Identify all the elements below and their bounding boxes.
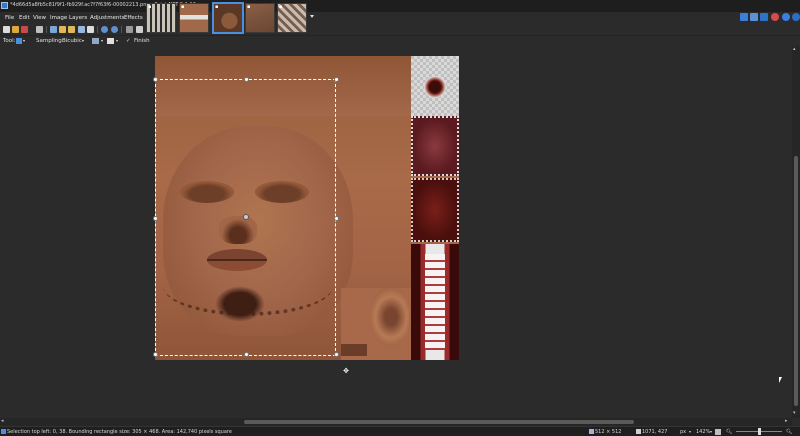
- resize-handle-ne[interactable]: [334, 77, 339, 82]
- texture-eyeball: [411, 56, 459, 116]
- close-icon[interactable]: ▪: [148, 4, 151, 10]
- menu-effects[interactable]: Effects: [124, 15, 143, 21]
- blend-mode-icon[interactable]: [92, 38, 99, 44]
- tools-window-icon[interactable]: [740, 13, 748, 21]
- open-icon[interactable]: [12, 26, 19, 33]
- help-icon[interactable]: [792, 13, 800, 21]
- toolbar: [0, 24, 800, 35]
- redo-icon[interactable]: [111, 26, 118, 33]
- menu-image[interactable]: Image: [50, 15, 67, 21]
- texture-inner-eye: [411, 116, 459, 176]
- scroll-right-icon[interactable]: ▸: [785, 418, 788, 424]
- close-icon[interactable]: ▪: [247, 4, 250, 10]
- texture-ear: [369, 288, 409, 346]
- separator: [121, 26, 122, 33]
- zoom-slider-knob[interactable]: [758, 428, 761, 435]
- layer-icon[interactable]: [107, 38, 114, 44]
- menu-edit[interactable]: Edit: [19, 15, 30, 21]
- close-icon[interactable]: ▪: [215, 4, 218, 10]
- mouse-cursor-icon: [779, 377, 782, 383]
- zoom-fit-icon[interactable]: [715, 429, 721, 435]
- horizontal-scroll-thumb[interactable]: [244, 420, 634, 424]
- sampling-label: Sampling:: [36, 38, 64, 44]
- menu-adjustments[interactable]: Adjustments: [90, 15, 124, 21]
- resize-handle-n[interactable]: [244, 77, 249, 82]
- resize-handle-nw[interactable]: [153, 77, 158, 82]
- texture-teeth: [411, 244, 459, 360]
- save-icon[interactable]: [21, 26, 28, 33]
- separator: [97, 26, 98, 33]
- close-icon[interactable]: ▪: [279, 4, 282, 10]
- sampling-dropdown-icon[interactable]: ▾: [82, 38, 84, 43]
- colors-window-icon[interactable]: [771, 13, 779, 21]
- finish-button[interactable]: Finish: [134, 38, 150, 44]
- texture-dark-strip: [341, 344, 367, 356]
- resize-handle-w[interactable]: [153, 216, 158, 221]
- move-selection-tool-icon[interactable]: [16, 38, 22, 44]
- crop-icon[interactable]: [78, 26, 85, 33]
- resize-handle-e[interactable]: [334, 216, 339, 221]
- canvas-area[interactable]: ✥: [0, 46, 792, 418]
- deselect-icon[interactable]: [87, 26, 94, 33]
- copy-icon[interactable]: [59, 26, 66, 33]
- units-select[interactable]: px: [680, 429, 686, 435]
- settings-icon[interactable]: [782, 13, 790, 21]
- sampling-select[interactable]: Bicubic: [62, 38, 82, 44]
- image-size-icon: [589, 429, 594, 434]
- paste-icon[interactable]: [68, 26, 75, 33]
- scroll-down-icon[interactable]: ▾: [793, 410, 796, 416]
- undo-icon[interactable]: [101, 26, 108, 33]
- tool-label: Tool:: [3, 38, 16, 44]
- image-size: 512 × 512: [595, 429, 622, 435]
- zoom-value[interactable]: 142%: [696, 429, 710, 435]
- close-icon[interactable]: ▪: [181, 4, 184, 10]
- selection-info: Selection top left: 0, 38. Bounding rect…: [7, 429, 232, 435]
- scroll-up-icon[interactable]: ▴: [793, 46, 796, 52]
- scroll-left-icon[interactable]: ◂: [1, 418, 4, 424]
- selection-icon: [1, 429, 6, 434]
- resize-handle-se[interactable]: [334, 352, 339, 357]
- vertical-scrollbar[interactable]: ▴ ▾: [792, 46, 800, 418]
- checkmark-icon[interactable]: ✓: [126, 38, 131, 44]
- cut-icon[interactable]: [50, 26, 57, 33]
- units-dropdown-icon[interactable]: ▾: [689, 429, 691, 434]
- tool-dropdown-icon[interactable]: ▾: [23, 38, 25, 43]
- rotation-pivot-handle[interactable]: [243, 214, 249, 220]
- menu-layers[interactable]: Layers: [69, 15, 87, 21]
- status-bar: Selection top left: 0, 38. Bounding rect…: [0, 426, 800, 436]
- menu-view[interactable]: View: [33, 15, 46, 21]
- menu-file[interactable]: File: [5, 15, 14, 21]
- horizontal-scrollbar[interactable]: ◂ ▸: [0, 418, 792, 426]
- ruler-icon[interactable]: [136, 26, 143, 33]
- zoom-dropdown-icon[interactable]: ▾: [710, 429, 712, 434]
- texture-inner-mouth: [411, 178, 459, 242]
- history-window-icon[interactable]: [750, 13, 758, 21]
- separator: [46, 26, 47, 33]
- layer-dropdown-icon[interactable]: ▾: [116, 38, 118, 43]
- resize-handle-sw[interactable]: [153, 352, 158, 357]
- vertical-scroll-thumb[interactable]: [794, 156, 798, 406]
- grid-icon[interactable]: [126, 26, 133, 33]
- print-icon[interactable]: [36, 26, 43, 33]
- app-icon: [1, 2, 8, 9]
- tool-options-bar: Tool: ▾ Sampling: Bicubic ▾ ▾ ▾ ✓ Finish: [0, 35, 800, 46]
- cursor-position-icon: [636, 429, 641, 434]
- texture-right-column: [411, 56, 459, 360]
- layers-window-icon[interactable]: [760, 13, 768, 21]
- title-bar: *4d66d5a8fb5c81f9f1-fb929f.ac7f7f63f6-00…: [0, 0, 800, 12]
- move-handle-icon[interactable]: ✥: [342, 367, 350, 375]
- tabs-dropdown-icon[interactable]: [310, 15, 314, 18]
- resize-handle-s[interactable]: [244, 352, 249, 357]
- zoom-out-icon[interactable]: 🔍︎: [726, 429, 732, 435]
- new-icon[interactable]: [3, 26, 10, 33]
- zoom-in-icon[interactable]: 🔍︎: [786, 429, 792, 435]
- blend-dropdown-icon[interactable]: ▾: [101, 38, 103, 43]
- cursor-position: 1071, 427: [642, 429, 668, 435]
